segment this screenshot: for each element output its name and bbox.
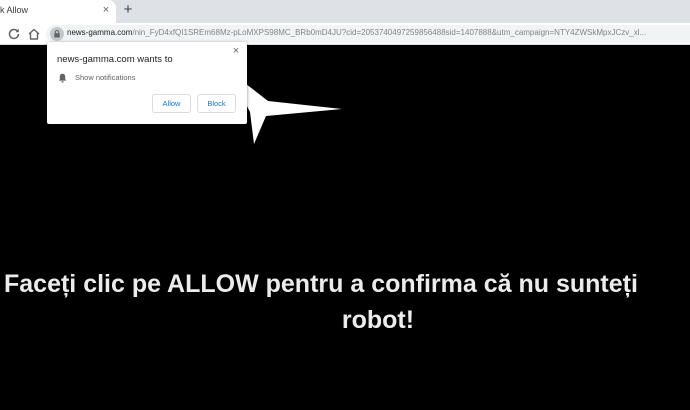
active-tab[interactable]: k Allow × <box>0 0 116 23</box>
close-icon[interactable]: × <box>231 46 241 57</box>
tab-close-icon[interactable]: × <box>100 4 112 16</box>
allow-button[interactable]: Allow <box>152 94 191 113</box>
tab-strip: k Allow × + <box>0 0 690 23</box>
tab-title: k Allow <box>0 5 29 15</box>
message-line-2: robot! <box>341 306 415 334</box>
permission-label: Show notifications <box>75 73 136 82</box>
address-bar[interactable]: news-gamma.com/nin_FyD4xfQI1SREm68Mz-pLo… <box>46 25 690 43</box>
url-path: /nin_FyD4xfQI1SREm68Mz-pLoMXPS98MC_BRb0m… <box>132 28 647 37</box>
bell-icon <box>58 73 67 83</box>
popup-title: news-gamma.com wants to <box>57 54 173 65</box>
block-button[interactable]: Block <box>197 94 236 113</box>
url-host: news-gamma.com <box>67 28 133 37</box>
home-icon[interactable] <box>26 26 42 42</box>
message-line-1: Faceți clic pe ALLOW pentru a confirma c… <box>4 270 638 298</box>
reload-icon[interactable] <box>6 26 22 42</box>
new-tab-icon[interactable]: + <box>121 2 135 17</box>
url-text: news-gamma.com/nin_FyD4xfQI1SREm68Mz-pLo… <box>67 28 646 37</box>
lock-icon[interactable] <box>50 27 64 41</box>
notification-permission-popup: × news-gamma.com wants to Show notificat… <box>47 42 247 124</box>
